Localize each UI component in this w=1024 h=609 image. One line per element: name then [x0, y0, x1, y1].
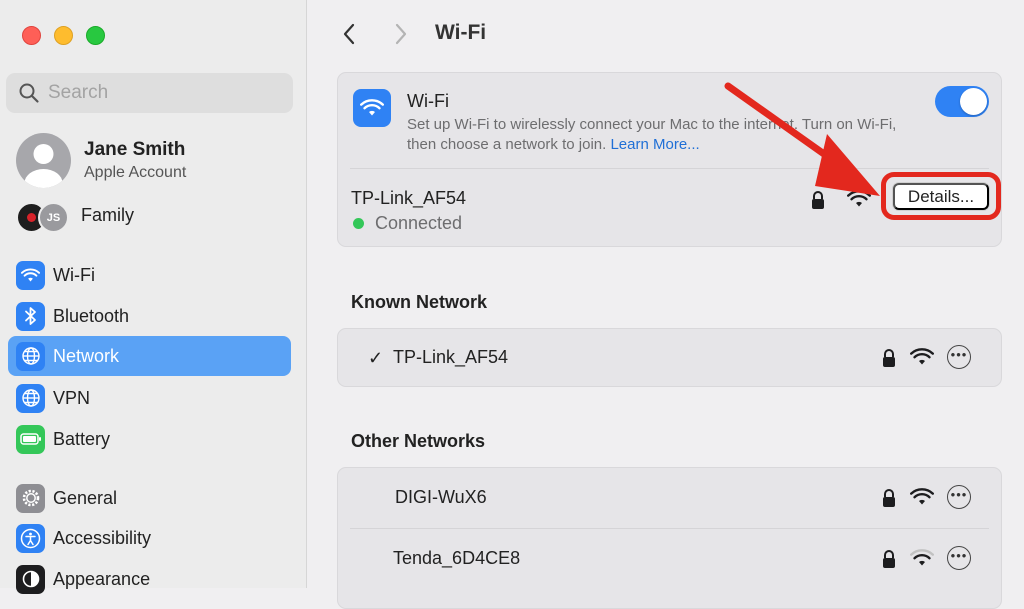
sidebar-item-network[interactable]: Network — [8, 336, 291, 376]
sidebar-item-general[interactable]: General — [8, 478, 291, 518]
current-network-name: TP-Link_AF54 — [351, 188, 467, 208]
minimize-window-button[interactable] — [54, 26, 73, 45]
network-name: TP-Link_AF54 — [393, 347, 509, 367]
annotation-arrow — [724, 82, 880, 196]
sidebar-item-vpn[interactable]: VPN — [8, 378, 291, 418]
page-title: Wi-Fi — [435, 21, 487, 44]
sidebar-item-label: Accessibility — [53, 527, 152, 548]
sidebar-item-accessibility[interactable]: Accessibility — [8, 518, 291, 558]
known-networks-list: ✓ TP-Link_AF54 ••• — [337, 328, 1002, 387]
wifi-signal-icon — [910, 549, 934, 566]
details-button[interactable]: Details... — [893, 183, 989, 210]
globe-icon — [16, 341, 45, 371]
appearance-icon — [16, 564, 45, 594]
more-options-button[interactable]: ••• — [947, 485, 971, 509]
sidebar-item-bluetooth[interactable]: Bluetooth — [8, 296, 291, 336]
sidebar-item-label: Bluetooth — [53, 305, 130, 326]
zoom-window-button[interactable] — [86, 26, 105, 45]
wifi-title: Wi-Fi — [407, 91, 449, 111]
wifi-icon — [16, 260, 45, 290]
window-controls — [22, 26, 105, 45]
sidebar-item-appearance[interactable]: Appearance — [8, 559, 291, 599]
main-content: Wi-Fi Wi-Fi Set up Wi-Fi to wirelessly c… — [307, 0, 1024, 609]
divider — [350, 168, 989, 169]
forward-button[interactable] — [387, 20, 413, 48]
wifi-signal-icon — [910, 348, 934, 365]
network-name: Tenda_6D4CE8 — [393, 548, 521, 568]
globe-icon — [16, 383, 45, 413]
learn-more-link[interactable]: Learn More... — [610, 136, 699, 153]
other-networks-title: Other Networks — [351, 431, 486, 451]
sidebar-item-label: Wi-Fi — [53, 264, 95, 285]
sidebar-item-label: Battery — [53, 428, 111, 449]
apple-account[interactable]: Jane Smith Apple Account — [16, 133, 186, 188]
sidebar-item-battery[interactable]: Battery — [8, 419, 291, 459]
wifi-signal-icon — [910, 488, 934, 505]
more-options-button[interactable]: ••• — [947, 546, 971, 570]
known-network-title: Known Network — [351, 292, 488, 312]
account-name: Jane Smith — [84, 139, 186, 160]
search-field[interactable] — [6, 73, 293, 113]
avatar — [16, 133, 71, 188]
person-icon — [24, 144, 63, 188]
checkmark-icon: ✓ — [368, 348, 384, 368]
wifi-icon — [353, 89, 391, 127]
lock-icon — [883, 349, 895, 367]
sidebar-item-label: Network — [53, 345, 120, 366]
wifi-card: Wi-Fi Set up Wi-Fi to wirelessly connect… — [337, 72, 1002, 247]
accessibility-icon — [16, 523, 45, 553]
bluetooth-icon — [16, 301, 45, 331]
divider — [350, 528, 989, 529]
gear-icon — [16, 483, 45, 513]
sidebar: Jane Smith Apple Account JS Family Wi-Fi… — [0, 0, 307, 594]
sidebar-item-label: VPN — [53, 387, 91, 408]
wifi-toggle[interactable] — [935, 86, 989, 117]
lock-icon — [883, 550, 895, 568]
connection-status: Connected — [353, 213, 462, 234]
family-member-initials: JS — [38, 202, 69, 233]
search-input[interactable] — [48, 82, 268, 104]
battery-icon — [16, 424, 45, 454]
family-label: Family — [81, 204, 134, 225]
search-icon — [19, 83, 39, 103]
network-name: DIGI-WuX6 — [395, 487, 487, 507]
account-subtitle: Apple Account — [84, 164, 187, 181]
family-avatars: JS — [16, 200, 69, 233]
lock-icon — [883, 489, 895, 507]
family-item[interactable]: JS Family — [16, 200, 134, 233]
status-label: Connected — [375, 213, 463, 233]
sidebar-item-label: Appearance — [53, 568, 151, 589]
back-button[interactable] — [337, 20, 363, 48]
sidebar-item-label: General — [53, 487, 118, 508]
more-options-button[interactable]: ••• — [947, 345, 971, 369]
status-dot — [353, 218, 364, 229]
close-window-button[interactable] — [22, 26, 41, 45]
sidebar-item-wifi[interactable]: Wi-Fi — [8, 255, 291, 295]
